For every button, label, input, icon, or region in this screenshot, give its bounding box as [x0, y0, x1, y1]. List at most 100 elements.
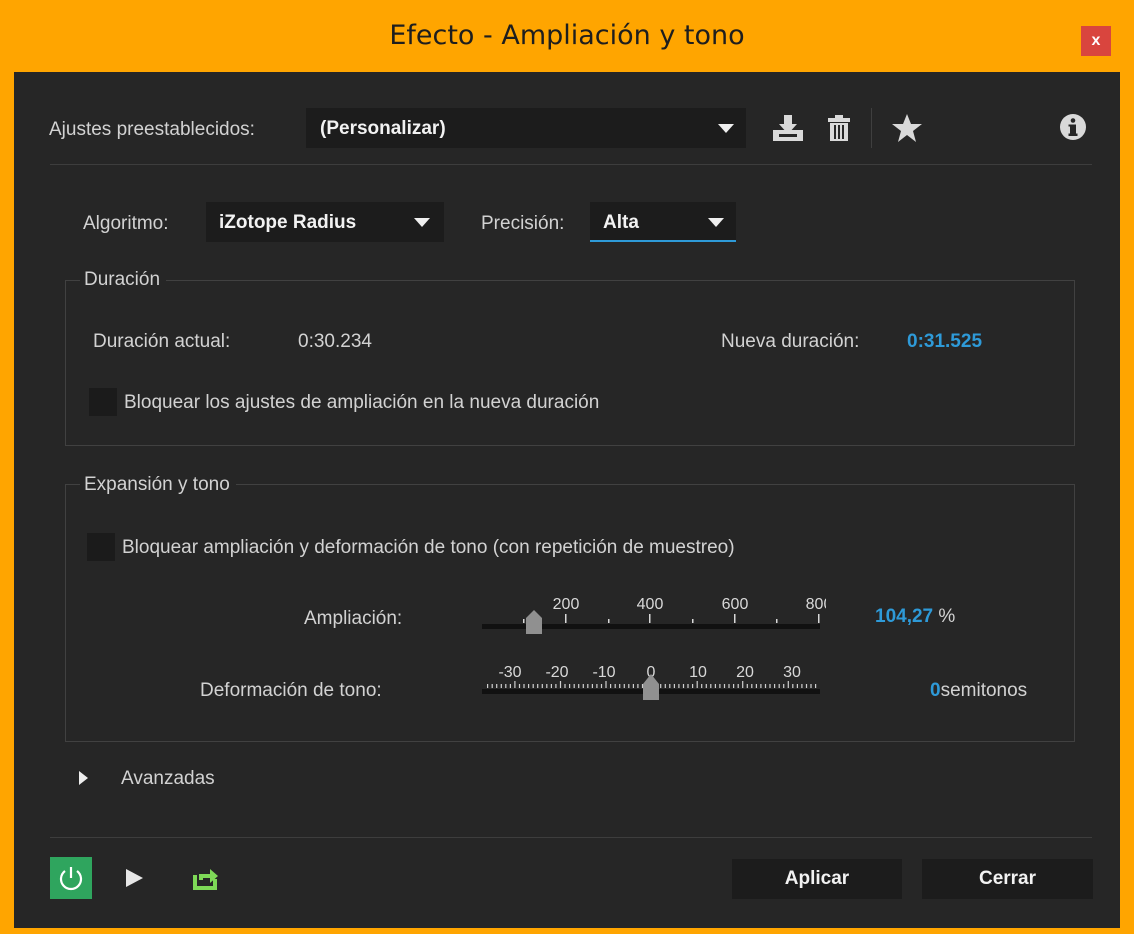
- precision-dropdown[interactable]: Alta: [590, 202, 736, 242]
- chevron-down-icon: [708, 218, 724, 227]
- pitch-minor-tick: [733, 684, 735, 688]
- pitch-minor-tick: [664, 684, 666, 688]
- pitch-minor-tick: [815, 684, 817, 688]
- precision-value: Alta: [603, 212, 639, 233]
- pitch-value[interactable]: 0: [930, 680, 941, 701]
- pitch-minor-tick: [641, 684, 644, 688]
- presets-label: Ajustes preestablecidos:: [49, 119, 255, 140]
- stretch-readout: 104,27 %: [875, 606, 955, 628]
- pitch-minor-tick: [555, 684, 557, 688]
- pitch-minor-tick: [569, 684, 571, 688]
- pitch-minor-tick: [801, 684, 803, 688]
- stretch-slider[interactable]: 200 400 600 800: [482, 590, 832, 646]
- pitch-minor-tick: [778, 684, 780, 688]
- pitch-minor-tick: [537, 684, 539, 688]
- pitch-slider[interactable]: -30 -20 -10 0 10 20 30: [482, 660, 826, 716]
- pitch-label: Deformación de tono:: [200, 680, 382, 701]
- pitch-minor-tick: [660, 684, 662, 688]
- algorithm-value: iZotope Radius: [219, 212, 357, 233]
- apply-button[interactable]: Aplicar: [732, 859, 902, 899]
- stretch-tick-label: 400: [637, 596, 664, 613]
- lock-stretch-pitch-label[interactable]: Bloquear ampliación y deformación de ton…: [122, 537, 735, 559]
- pitch-minor-tick: [496, 684, 498, 688]
- pitch-minor-tick: [614, 684, 616, 688]
- new-duration-value[interactable]: 0:31.525: [907, 331, 982, 353]
- close-window-button[interactable]: x: [1081, 26, 1111, 56]
- trash-icon[interactable]: [826, 112, 852, 144]
- pitch-minor-tick: [509, 684, 511, 688]
- pitch-minor-tick: [687, 684, 689, 688]
- pitch-minor-tick: [582, 684, 584, 688]
- save-preset-icon[interactable]: [770, 112, 806, 144]
- pitch-minor-tick: [518, 684, 521, 688]
- lock-duration-label[interactable]: Bloquear los ajustes de ampliación en la…: [124, 392, 599, 414]
- pitch-minor-tick: [787, 681, 789, 688]
- pitch-minor-tick: [810, 684, 812, 688]
- power-icon: [59, 867, 83, 891]
- pitch-minor-tick: [623, 684, 625, 688]
- pitch-minor-tick: [573, 684, 575, 688]
- pitch-minor-tick: [514, 681, 516, 688]
- pitch-minor-tick: [500, 684, 502, 688]
- export-icon[interactable]: [191, 863, 221, 893]
- pitch-minor-tick: [792, 684, 794, 688]
- pitch-minor-tick: [710, 684, 712, 688]
- lock-duration-checkbox[interactable]: [89, 388, 117, 416]
- pitch-minor-tick: [532, 684, 534, 688]
- pitch-minor-tick: [755, 684, 757, 688]
- pitch-minor-tick: [678, 684, 680, 688]
- stretch-tick-label: 800: [806, 596, 826, 613]
- pitch-minor-tick: [751, 684, 753, 688]
- advanced-toggle[interactable]: Avanzadas: [121, 768, 215, 790]
- stretch-thumb[interactable]: [526, 610, 542, 634]
- title-bar: Efecto - Ampliación y tono x: [0, 0, 1134, 72]
- stretch-tick-label: 600: [722, 596, 749, 613]
- effect-panel: Ajustes preestablecidos: (Personalizar): [14, 72, 1120, 928]
- precision-label: Precisión:: [481, 213, 565, 234]
- expand-arrow-icon[interactable]: [79, 771, 88, 785]
- chevron-down-icon: [414, 218, 430, 227]
- play-icon[interactable]: [126, 869, 143, 887]
- pitch-minor-tick: [487, 684, 489, 688]
- pitch-tick-label: 30: [783, 664, 801, 681]
- pitch-minor-tick: [760, 684, 762, 688]
- pitch-minor-tick: [523, 684, 525, 688]
- pitch-minor-tick: [550, 684, 552, 688]
- pitch-tick-label: 10: [689, 664, 707, 681]
- stretch-tick-label: 200: [553, 596, 580, 613]
- presets-separator: [50, 164, 1092, 165]
- info-icon[interactable]: [1059, 113, 1087, 141]
- pitch-minor-tick: [610, 684, 612, 688]
- current-duration-value: 0:30.234: [298, 331, 372, 352]
- stretch-label: Ampliación:: [304, 608, 403, 629]
- stretch-unit: %: [938, 606, 956, 627]
- close-button[interactable]: Cerrar: [922, 859, 1093, 899]
- duration-group-label: Duración: [80, 269, 167, 291]
- pitch-minor-tick: [692, 684, 694, 688]
- pitch-minor-tick: [783, 684, 785, 688]
- pitch-unit: semitonos: [940, 680, 1028, 701]
- stretch-value[interactable]: 104,27: [875, 606, 933, 627]
- pitch-minor-tick: [682, 684, 685, 688]
- pitch-minor-tick: [605, 681, 607, 688]
- footer-separator: [50, 837, 1092, 838]
- pitch-minor-tick: [619, 684, 621, 688]
- pitch-thumb[interactable]: [643, 674, 659, 700]
- lock-stretch-pitch-checkbox[interactable]: [87, 533, 115, 561]
- pitch-minor-tick: [528, 684, 530, 688]
- pitch-minor-tick: [696, 681, 698, 688]
- pitch-minor-tick: [559, 681, 562, 688]
- presets-dropdown[interactable]: (Personalizar): [306, 108, 746, 148]
- power-button[interactable]: [50, 857, 92, 899]
- pitch-minor-tick: [564, 684, 566, 688]
- pitch-minor-tick: [546, 684, 548, 688]
- pitch-minor-tick: [541, 684, 543, 688]
- toolbar-divider: [871, 108, 872, 148]
- algorithm-dropdown[interactable]: iZotope Radius: [206, 202, 444, 242]
- pitch-minor-tick: [628, 684, 630, 688]
- pitch-minor-tick: [769, 684, 771, 688]
- duration-group: [65, 280, 1075, 446]
- star-icon[interactable]: [891, 112, 923, 144]
- pitch-minor-tick: [719, 684, 721, 688]
- pitch-minor-tick: [596, 684, 598, 688]
